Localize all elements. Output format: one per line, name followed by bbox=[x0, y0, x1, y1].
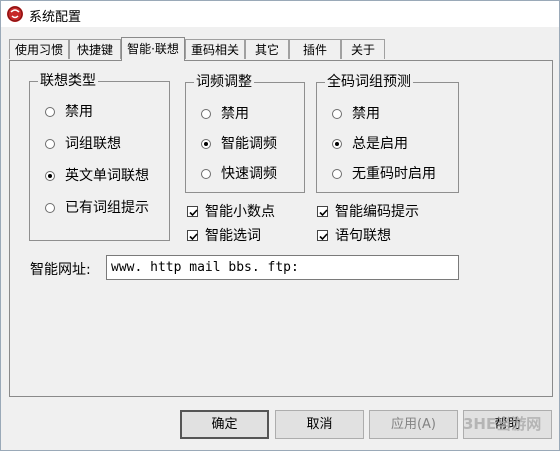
radio-label: 智能调频 bbox=[221, 136, 277, 152]
radio-label: 总是启用 bbox=[352, 136, 408, 152]
frequency-title: 词频调整 bbox=[194, 73, 254, 91]
app-logo-icon bbox=[7, 6, 23, 22]
checkbox-box[interactable] bbox=[187, 230, 198, 241]
tab-other[interactable]: 其它 bbox=[245, 39, 289, 59]
watermark-logo: 3HE当游网 bbox=[463, 415, 542, 433]
radio-label: 无重码时启用 bbox=[352, 166, 436, 182]
checkbox-label: 智能编码提示 bbox=[335, 204, 419, 220]
radio-button[interactable] bbox=[45, 203, 55, 213]
tab-duplicate-codes[interactable]: 重码相关 bbox=[185, 39, 245, 59]
association-type-group: 联想类型 bbox=[29, 72, 170, 241]
smart-url-input[interactable]: www. http mail bbs. ftp: bbox=[106, 255, 459, 280]
checkbox-label: 智能小数点 bbox=[205, 204, 275, 220]
tab-usage-habits[interactable]: 使用习惯 bbox=[9, 39, 69, 59]
config-window: 系统配置 使用习惯 快捷键 智能·联想 重码相关 其它 插件 关于 联想类型 禁… bbox=[0, 0, 560, 451]
radio-button[interactable] bbox=[332, 169, 342, 179]
checkbox-box[interactable] bbox=[317, 230, 328, 241]
association-type-title: 联想类型 bbox=[38, 72, 98, 90]
window-title: 系统配置 bbox=[29, 10, 82, 25]
radio-label: 英文单词联想 bbox=[65, 168, 149, 184]
tab-about[interactable]: 关于 bbox=[341, 39, 385, 59]
ok-button[interactable]: 确定 bbox=[180, 410, 269, 439]
checkbox-label: 语句联想 bbox=[335, 228, 391, 244]
radio-button-selected[interactable] bbox=[201, 139, 211, 149]
fullcode-title: 全码词组预测 bbox=[325, 73, 413, 91]
tab-smart-association[interactable]: 智能·联想 bbox=[121, 37, 185, 61]
radio-button[interactable] bbox=[201, 109, 211, 119]
radio-label: 禁用 bbox=[352, 106, 380, 122]
checkmark-icon bbox=[189, 209, 198, 217]
checkbox-box[interactable] bbox=[317, 206, 328, 217]
radio-button[interactable] bbox=[45, 139, 55, 149]
radio-label: 快速调频 bbox=[221, 166, 277, 182]
radio-label: 词组联想 bbox=[65, 136, 121, 152]
radio-label: 已有词组提示 bbox=[65, 200, 149, 216]
cancel-button[interactable]: 取消 bbox=[275, 410, 364, 439]
radio-button[interactable] bbox=[45, 107, 55, 117]
radio-label: 禁用 bbox=[65, 104, 93, 120]
checkmark-icon bbox=[189, 233, 198, 241]
tab-shortcuts[interactable]: 快捷键 bbox=[69, 39, 121, 59]
checkbox-box[interactable] bbox=[187, 206, 198, 217]
tab-plugins[interactable]: 插件 bbox=[289, 39, 341, 59]
title-bar: 系统配置 bbox=[1, 1, 559, 27]
apply-button[interactable]: 应用(A) bbox=[369, 410, 458, 439]
smart-url-label: 智能网址: bbox=[30, 262, 91, 278]
checkmark-icon bbox=[319, 209, 328, 217]
radio-button[interactable] bbox=[201, 169, 211, 179]
radio-button[interactable] bbox=[332, 109, 342, 119]
radio-label: 禁用 bbox=[221, 106, 249, 122]
checkmark-icon bbox=[319, 233, 328, 241]
checkbox-label: 智能选词 bbox=[205, 228, 261, 244]
radio-button-selected[interactable] bbox=[332, 139, 342, 149]
radio-button-selected[interactable] bbox=[45, 171, 55, 181]
